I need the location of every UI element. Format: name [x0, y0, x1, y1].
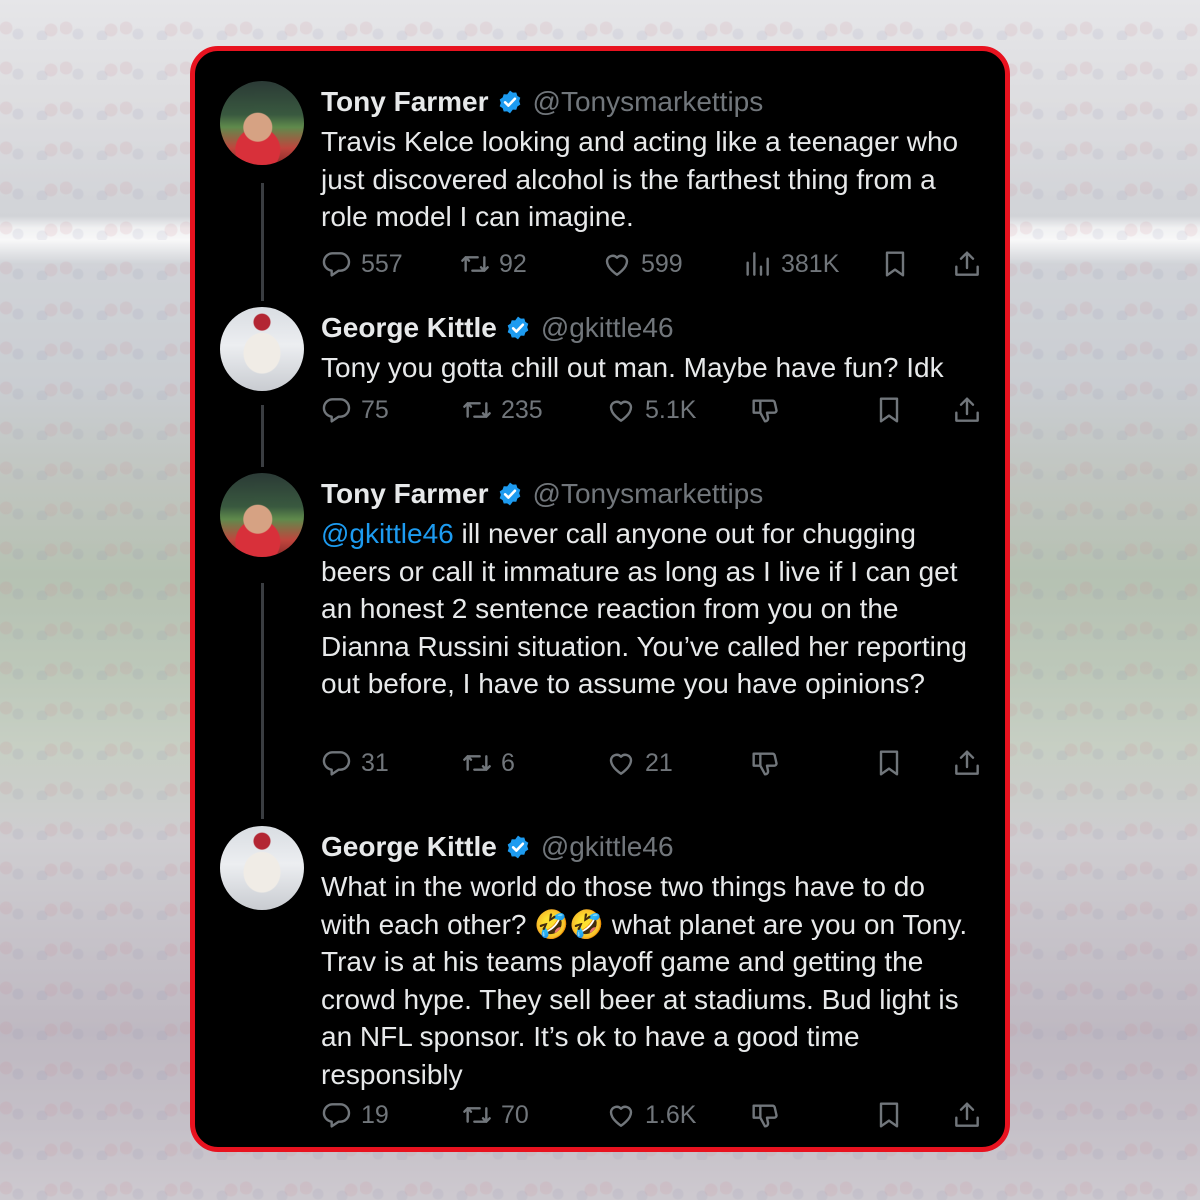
- reply-icon: [322, 751, 351, 776]
- like-count: 21: [645, 748, 673, 777]
- thumbs-down-icon: [752, 1104, 778, 1128]
- reply-button[interactable]: 557: [321, 244, 403, 284]
- thumbs-down-icon: [752, 399, 778, 423]
- author-handle[interactable]: @Tonysmarkettips: [533, 86, 764, 118]
- author-name[interactable]: George Kittle: [321, 831, 497, 863]
- heart-icon: [609, 400, 633, 422]
- repost-button[interactable]: 70: [461, 1095, 529, 1135]
- reply-button[interactable]: 75: [321, 390, 389, 430]
- thread-connector: [261, 405, 264, 467]
- repost-count: 92: [499, 249, 527, 278]
- reply-icon: [322, 1103, 351, 1128]
- repost-icon: [461, 256, 489, 272]
- tweet-header: Tony Farmer @Tonysmarkettips: [321, 473, 981, 515]
- bookmark-icon: [879, 397, 899, 423]
- views-chart-icon: [746, 252, 769, 276]
- avatar[interactable]: [220, 81, 304, 165]
- share-icon: [955, 397, 979, 422]
- reply-button[interactable]: 31: [321, 743, 389, 783]
- verified-badge-icon: [507, 835, 529, 859]
- tweet-text: @gkittle46 ill never call anyone out for…: [321, 515, 981, 703]
- like-count: 1.6K: [645, 1100, 697, 1129]
- tweet-header: George Kittle @gkittle46: [321, 307, 981, 349]
- author-name[interactable]: Tony Farmer: [321, 478, 489, 510]
- mention-link[interactable]: @gkittle46: [321, 518, 454, 549]
- reply-count: 557: [361, 249, 403, 278]
- verified-badge-icon: [507, 316, 529, 340]
- share-button[interactable]: [951, 390, 983, 430]
- like-count: 599: [641, 249, 683, 278]
- like-count: 5.1K: [645, 395, 697, 424]
- verified-badge-icon: [499, 90, 520, 114]
- tweet-text: What in the world do those two things ha…: [321, 871, 968, 1090]
- repost-count: 70: [501, 1100, 529, 1129]
- repost-icon: [463, 755, 491, 771]
- bookmark-button[interactable]: [873, 390, 905, 430]
- tweet-text: Tony you gotta chill out man. Maybe have…: [321, 352, 944, 383]
- reply-icon: [322, 398, 351, 423]
- tweet-header: George Kittle @gkittle46: [321, 826, 981, 868]
- repost-count: 6: [501, 748, 515, 777]
- heart-icon: [609, 753, 633, 775]
- bookmark-button[interactable]: [873, 743, 905, 783]
- reply-count: 19: [361, 1100, 389, 1129]
- share-icon: [955, 750, 979, 775]
- views-button[interactable]: 381K: [741, 244, 839, 284]
- like-button[interactable]: 599: [601, 244, 683, 284]
- tweet-header: Tony Farmer @Tonysmarkettips: [321, 81, 981, 123]
- author-handle[interactable]: @gkittle46: [541, 312, 674, 344]
- bookmark-icon: [879, 1102, 899, 1128]
- repost-button[interactable]: 92: [459, 244, 527, 284]
- bookmark-icon: [879, 750, 899, 776]
- tweet-thread-card: Tony Farmer @Tonysmarkettips Travis Kelc…: [190, 46, 1010, 1152]
- author-name[interactable]: Tony Farmer: [321, 86, 489, 118]
- share-icon: [955, 1102, 979, 1127]
- author-name[interactable]: George Kittle: [321, 312, 497, 344]
- repost-icon: [463, 1107, 491, 1123]
- avatar[interactable]: [220, 307, 304, 391]
- heart-icon: [609, 1105, 633, 1127]
- thread-connector: [261, 583, 264, 819]
- author-handle[interactable]: @Tonysmarkettips: [533, 478, 764, 510]
- author-handle[interactable]: @gkittle46: [541, 831, 674, 863]
- tweet-text: Travis Kelce looking and acting like a t…: [321, 126, 959, 232]
- share-icon: [955, 251, 979, 276]
- reply-count: 75: [361, 395, 389, 424]
- tweet-actions: 19 70 1.6K: [321, 1095, 985, 1135]
- bookmark-button[interactable]: [873, 1095, 905, 1135]
- thread-connector: [261, 183, 264, 301]
- repost-count: 235: [501, 395, 543, 424]
- like-button[interactable]: 1.6K: [605, 1095, 696, 1135]
- like-button[interactable]: 21: [605, 743, 673, 783]
- verified-badge-icon: [499, 482, 520, 506]
- like-button[interactable]: 5.1K: [605, 390, 696, 430]
- downvote-button[interactable]: [749, 390, 781, 430]
- heart-icon: [605, 254, 629, 276]
- tweet-actions: 31 6 21: [321, 743, 985, 783]
- reply-button[interactable]: 19: [321, 1095, 389, 1135]
- downvote-button[interactable]: [749, 743, 781, 783]
- avatar[interactable]: [220, 473, 304, 557]
- share-button[interactable]: [951, 743, 983, 783]
- thumbs-down-icon: [752, 752, 778, 776]
- repost-button[interactable]: 235: [461, 390, 543, 430]
- downvote-button[interactable]: [749, 1095, 781, 1135]
- reply-icon: [322, 252, 351, 277]
- tweet-actions: 557 92 599 381K: [321, 244, 985, 284]
- view-count: 381K: [781, 249, 840, 278]
- tweet-actions: 75 235 5.1K: [321, 390, 985, 430]
- reply-count: 31: [361, 748, 389, 777]
- avatar[interactable]: [220, 826, 304, 910]
- bookmark-icon: [885, 251, 905, 277]
- share-button[interactable]: [951, 1095, 983, 1135]
- share-button[interactable]: [951, 244, 983, 284]
- repost-button[interactable]: 6: [461, 743, 515, 783]
- repost-icon: [463, 402, 491, 418]
- bookmark-button[interactable]: [879, 244, 911, 284]
